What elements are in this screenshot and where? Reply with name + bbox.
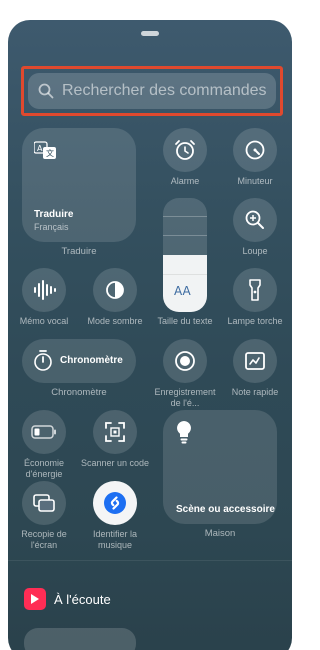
lightbulb-icon	[176, 420, 192, 444]
magnifier-icon	[244, 209, 266, 231]
text-size-icon: AA	[174, 284, 191, 298]
translate-label: Traduire	[61, 246, 97, 257]
svg-text:A: A	[37, 144, 43, 153]
dark-mode-button[interactable]	[93, 268, 137, 312]
home-label: Maison	[204, 528, 236, 539]
translate-language: Français	[34, 222, 69, 232]
flashlight-button[interactable]	[233, 268, 277, 312]
waveform-icon	[32, 279, 56, 301]
shazam-icon	[103, 491, 127, 515]
dark-mode-icon	[104, 279, 126, 301]
now-playing-title: À l'écoute	[54, 592, 111, 607]
timer-label: Minuteur	[237, 176, 273, 186]
search-input[interactable]: Rechercher des commandes	[28, 73, 276, 109]
quick-note-button[interactable]	[233, 339, 277, 383]
record-icon	[174, 350, 196, 372]
voice-memo-label: Mémo vocal	[19, 316, 69, 326]
text-size-slider[interactable]: AA	[163, 198, 207, 312]
search-icon	[38, 83, 54, 99]
search-placeholder: Rechercher des commandes	[62, 82, 267, 99]
translate-icon: A 文	[34, 141, 58, 161]
qr-code-icon	[104, 421, 126, 443]
home-title: Scène ou accessoire	[176, 504, 275, 515]
screen-recording-label: Enregistre­ment de l'é...	[154, 387, 216, 408]
flashlight-icon	[248, 278, 262, 302]
code-scanner-label: Scanner un code	[80, 458, 150, 468]
timer-icon	[243, 138, 267, 162]
section-divider	[8, 560, 292, 561]
svg-text:文: 文	[46, 148, 54, 158]
low-power-label: Économie d'énergie	[23, 458, 65, 479]
low-power-button[interactable]	[22, 410, 66, 454]
translate-title: Traduire	[34, 209, 74, 220]
alarm-icon	[173, 138, 197, 162]
alarm-label: Alarme	[170, 176, 200, 186]
sheet-grabber[interactable]	[141, 31, 159, 36]
magnifier-button[interactable]	[233, 198, 277, 242]
timer-button[interactable]	[233, 128, 277, 172]
now-playing-tile[interactable]	[24, 628, 136, 650]
stopwatch-label: Chronomètre	[51, 387, 107, 398]
shazam-label: Identifier la musique	[92, 529, 138, 550]
code-scanner-button[interactable]	[93, 410, 137, 454]
stopwatch-title: Chronomètre	[60, 355, 123, 366]
voice-memo-button[interactable]	[22, 268, 66, 312]
quick-note-icon	[244, 351, 266, 371]
quick-note-label: Note rapide	[231, 387, 279, 397]
screen-mirroring-label: Recopie de l'écran	[21, 529, 67, 550]
alarm-button[interactable]	[163, 128, 207, 172]
stopwatch-icon	[32, 348, 54, 372]
magnifier-label: Loupe	[242, 246, 268, 256]
shazam-button[interactable]	[93, 481, 137, 525]
screen-mirroring-button[interactable]	[22, 481, 66, 525]
text-size-label: Taille du texte	[157, 316, 213, 326]
screen-recording-button[interactable]	[163, 339, 207, 383]
dark-mode-label: Mode sombre	[87, 316, 143, 326]
screen-mirroring-icon	[32, 493, 56, 513]
battery-icon	[31, 425, 57, 439]
flashlight-label: Lampe torche	[227, 316, 283, 326]
now-playing-icon	[24, 588, 46, 610]
